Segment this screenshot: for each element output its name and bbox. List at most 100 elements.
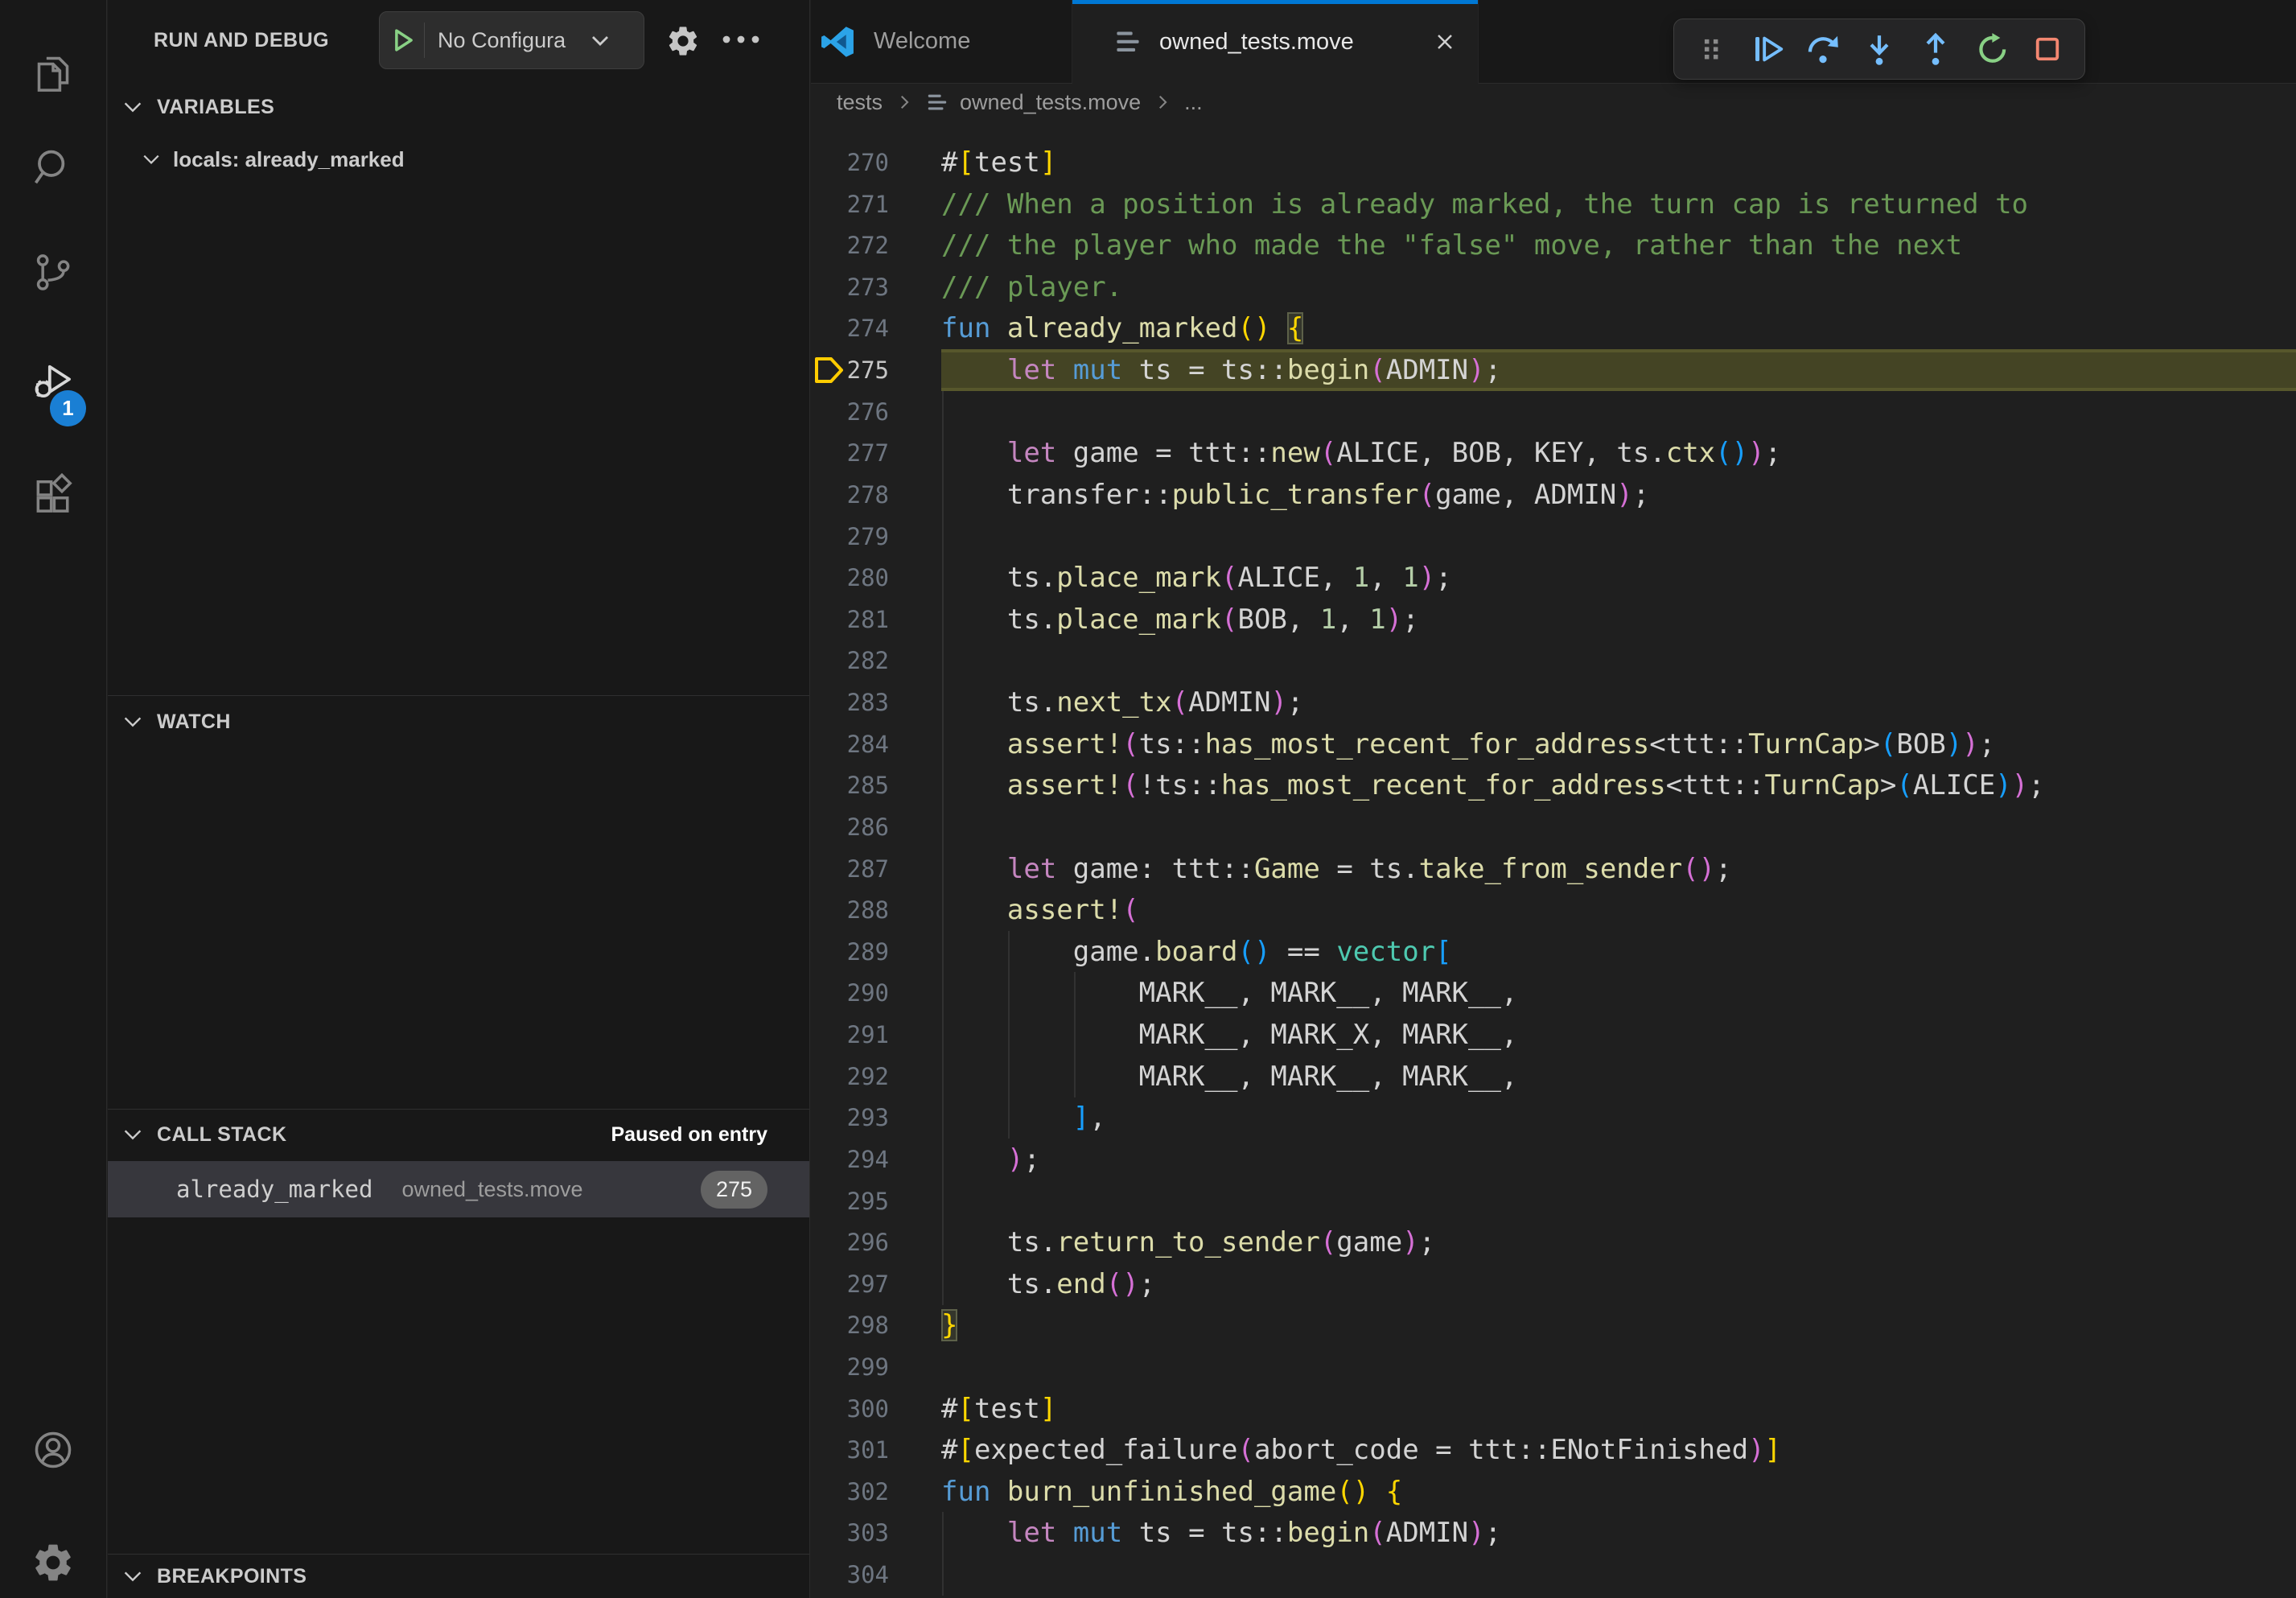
line-number[interactable]: 276 (811, 391, 889, 433)
section-breakpoints[interactable]: BREAKPOINTS (108, 1555, 809, 1598)
line-number[interactable]: 279 (811, 516, 889, 558)
line-number[interactable]: 273 (811, 266, 889, 308)
code-line[interactable]: 297 ts.end(); (811, 1263, 2296, 1305)
line-number[interactable]: 278 (811, 474, 889, 516)
line-number[interactable]: 296 (811, 1221, 889, 1263)
line-number[interactable]: 299 (811, 1346, 889, 1388)
code-line[interactable]: 277 let game = ttt::new(ALICE, BOB, KEY,… (811, 432, 2296, 474)
line-number[interactable]: 272 (811, 224, 889, 266)
line-number[interactable]: 285 (811, 764, 889, 806)
code-line[interactable]: 301#[expected_failure(abort_code = ttt::… (811, 1429, 2296, 1471)
line-number[interactable]: 286 (811, 806, 889, 848)
call-stack-frame[interactable]: already_marked owned_tests.move 275 (108, 1161, 809, 1217)
breadcrumb-file[interactable]: owned_tests.move (960, 90, 1141, 115)
line-number[interactable]: 284 (811, 723, 889, 765)
section-variables[interactable]: VARIABLES (108, 82, 809, 132)
line-number[interactable]: 302 (811, 1471, 889, 1513)
line-number[interactable]: 281 (811, 599, 889, 640)
code-line[interactable]: 272/// the player who made the "false" m… (811, 224, 2296, 266)
code-line[interactable]: 300#[test] (811, 1388, 2296, 1430)
debug-settings-gear-icon[interactable] (665, 23, 701, 59)
line-number[interactable]: 295 (811, 1180, 889, 1222)
continue-icon[interactable] (1748, 30, 1787, 68)
code-line[interactable]: 296 ts.return_to_sender(game); (811, 1221, 2296, 1263)
line-number[interactable]: 275 (811, 349, 889, 391)
code-line[interactable]: 286 (811, 806, 2296, 848)
line-number[interactable]: 294 (811, 1139, 889, 1180)
code-line[interactable]: 270#[test] (811, 142, 2296, 183)
run-debug-icon[interactable]: 1 (31, 358, 76, 403)
more-actions-icon[interactable] (722, 31, 760, 51)
code-line[interactable]: 275 let mut ts = ts::begin(ADMIN); (811, 349, 2296, 391)
code-line[interactable]: 289 game.board() == vector[ (811, 931, 2296, 973)
section-call-stack[interactable]: CALL STACK Paused on entry (108, 1110, 809, 1159)
code-line[interactable]: 278 transfer::public_transfer(game, ADMI… (811, 474, 2296, 516)
line-number[interactable]: 304 (811, 1554, 889, 1596)
debug-config-dropdown[interactable]: No Configura (379, 11, 644, 69)
code-line[interactable]: 273/// player. (811, 266, 2296, 308)
step-into-icon[interactable] (1860, 30, 1899, 68)
code-line[interactable]: 288 assert!( (811, 889, 2296, 931)
tab-owned-tests[interactable]: owned_tests.move (1072, 0, 1479, 84)
code-line[interactable]: 294 ); (811, 1139, 2296, 1180)
line-number[interactable]: 298 (811, 1304, 889, 1346)
code-line[interactable]: 302fun burn_unfinished_game() { (811, 1471, 2296, 1513)
code-line[interactable]: 295 (811, 1180, 2296, 1222)
line-number[interactable]: 303 (811, 1512, 889, 1554)
code-line[interactable]: 285 assert!(!ts::has_most_recent_for_add… (811, 764, 2296, 806)
line-number[interactable]: 274 (811, 307, 889, 349)
step-over-icon[interactable] (1804, 30, 1842, 68)
line-number[interactable]: 292 (811, 1056, 889, 1098)
line-number[interactable]: 297 (811, 1263, 889, 1305)
code-line[interactable]: 284 assert!(ts::has_most_recent_for_addr… (811, 723, 2296, 765)
tab-welcome[interactable]: Welcome (811, 0, 1072, 83)
line-number[interactable]: 291 (811, 1014, 889, 1056)
line-number[interactable]: 290 (811, 972, 889, 1014)
line-number[interactable]: 289 (811, 931, 889, 973)
code-line[interactable]: 281 ts.place_mark(BOB, 1, 1); (811, 599, 2296, 640)
line-number[interactable]: 271 (811, 183, 889, 225)
restart-icon[interactable] (1973, 30, 2011, 68)
files-icon[interactable] (31, 50, 76, 95)
line-number[interactable]: 283 (811, 682, 889, 723)
start-debug-icon[interactable] (380, 23, 425, 58)
code-line[interactable]: 274fun already_marked() { (811, 307, 2296, 349)
code-line[interactable]: 276 (811, 391, 2296, 433)
section-watch[interactable]: WATCH (108, 696, 809, 748)
step-out-icon[interactable] (1916, 30, 1955, 68)
source-control-icon[interactable] (31, 249, 76, 294)
line-number[interactable]: 280 (811, 557, 889, 599)
line-number[interactable]: 293 (811, 1097, 889, 1139)
locals-scope-item[interactable]: locals: already_marked (108, 135, 809, 183)
code-line[interactable]: 293 ], (811, 1097, 2296, 1139)
drag-handle-icon[interactable] (1692, 30, 1730, 68)
code-line[interactable]: 283 ts.next_tx(ADMIN); (811, 682, 2296, 723)
line-number[interactable]: 277 (811, 432, 889, 474)
code-line[interactable]: 287 let game: ttt::Game = ts.take_from_s… (811, 848, 2296, 890)
code-editor[interactable]: 270#[test]271/// When a position is alre… (811, 121, 2296, 1598)
search-icon[interactable] (31, 145, 76, 190)
code-line[interactable]: 292 MARK__, MARK__, MARK__, (811, 1056, 2296, 1098)
line-number[interactable]: 270 (811, 142, 889, 183)
line-number[interactable]: 282 (811, 640, 889, 682)
settings-gear-icon[interactable] (31, 1540, 76, 1585)
code-line[interactable]: 291 MARK__, MARK_X, MARK__, (811, 1014, 2296, 1056)
code-line[interactable]: 299 (811, 1346, 2296, 1388)
code-line[interactable]: 298} (811, 1304, 2296, 1346)
code-line[interactable]: 271/// When a position is already marked… (811, 183, 2296, 225)
code-line[interactable]: 290 MARK__, MARK__, MARK__, (811, 972, 2296, 1014)
extensions-icon[interactable] (31, 473, 76, 518)
breadcrumb-folder[interactable]: tests (837, 90, 883, 115)
account-icon[interactable] (31, 1427, 76, 1472)
breadcrumb-symbol[interactable]: ... (1184, 90, 1203, 115)
code-line[interactable]: 280 ts.place_mark(ALICE, 1, 1); (811, 557, 2296, 599)
code-line[interactable]: 279 (811, 516, 2296, 558)
line-number[interactable]: 287 (811, 848, 889, 890)
line-number[interactable]: 301 (811, 1429, 889, 1471)
code-line[interactable]: 282 (811, 640, 2296, 682)
code-line[interactable]: 304 (811, 1554, 2296, 1596)
close-icon[interactable] (1431, 28, 1459, 56)
line-number[interactable]: 288 (811, 889, 889, 931)
code-line[interactable]: 303 let mut ts = ts::begin(ADMIN); (811, 1512, 2296, 1554)
stop-icon[interactable] (2028, 30, 2067, 68)
